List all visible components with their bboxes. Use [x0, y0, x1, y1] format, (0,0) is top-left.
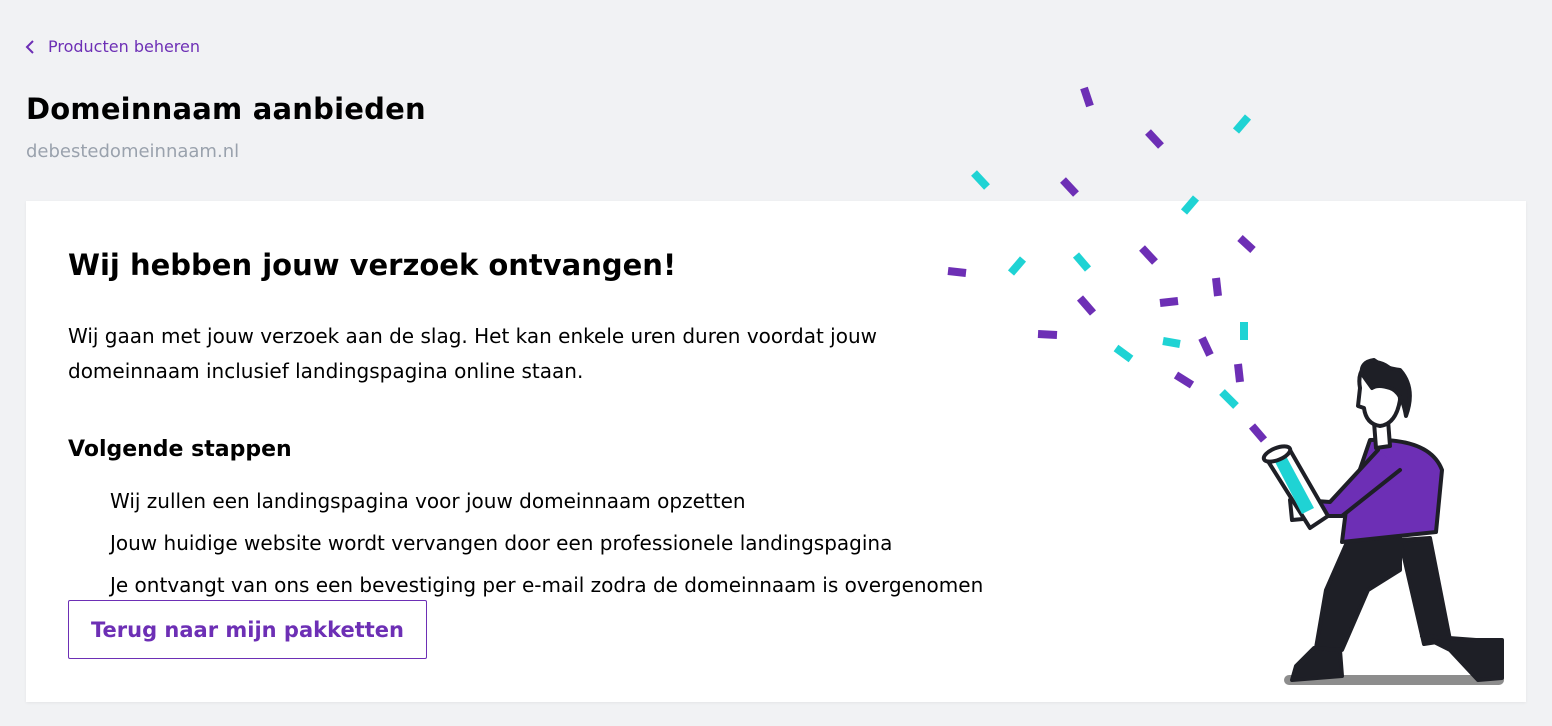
page-title: Domeinnaam aanbieden	[26, 92, 426, 126]
chevron-left-icon	[24, 39, 36, 55]
next-steps-heading: Volgende stappen	[68, 437, 292, 462]
back-to-packages-button[interactable]: Terug naar mijn pakketten	[68, 600, 427, 659]
next-step-item: Jouw huidige website wordt vervangen doo…	[110, 531, 893, 555]
domain-name-subtitle: debestedomeinnaam.nl	[26, 141, 240, 162]
intro-line-2: domeinnaam inclusief landingspagina onli…	[68, 359, 584, 383]
next-step-item: Wij zullen een landingspagina voor jouw …	[110, 489, 746, 513]
confirmation-heading: Wij hebben jouw verzoek ontvangen!	[68, 248, 677, 282]
confetti	[947, 86, 1268, 443]
back-link-label: Producten beheren	[48, 37, 201, 56]
celebration-confetti-illustration	[947, 86, 1504, 685]
next-steps-list: Wij zullen een landingspagina voor jouw …	[110, 480, 983, 606]
confirmation-intro: Wij gaan met jouw verzoek aan de slag. H…	[68, 319, 968, 389]
intro-line-1: Wij gaan met jouw verzoek aan de slag. H…	[68, 324, 877, 348]
back-link-producten-beheren[interactable]: Producten beheren	[24, 37, 200, 56]
kneeling-person	[1261, 358, 1504, 685]
